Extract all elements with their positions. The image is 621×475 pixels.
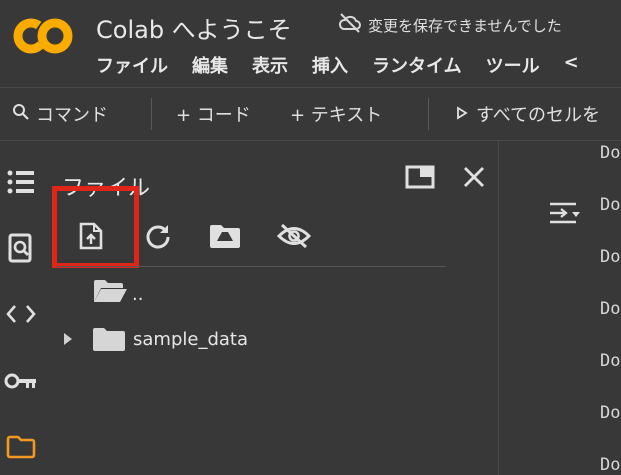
toolbar-divider [428, 98, 429, 130]
command-label: コマンド [36, 105, 108, 126]
output-line: Do [600, 455, 621, 475]
menu-edit[interactable]: 編集 [192, 52, 228, 78]
find-replace-icon[interactable] [4, 231, 38, 265]
key-icon[interactable] [4, 364, 38, 398]
mount-drive-icon[interactable] [205, 216, 245, 256]
notebook-area-border [498, 140, 499, 475]
menu-runtime[interactable]: ランタイム [372, 52, 462, 78]
menu-insert[interactable]: 挿入 [312, 52, 348, 78]
output-toggle-icon[interactable] [548, 200, 582, 230]
add-code-button[interactable]: + コード [176, 88, 251, 140]
save-status[interactable]: 変更を保存できませんでした [338, 12, 562, 38]
parent-folder-row[interactable] [92, 278, 128, 308]
save-status-text: 変更を保存できませんでした [368, 16, 562, 35]
output-line: Do [600, 195, 621, 215]
tree-item-label[interactable]: .. [132, 284, 143, 305]
close-icon[interactable] [454, 157, 494, 197]
run-all-button[interactable]: すべてのセルを [456, 88, 600, 140]
code-snippets-icon[interactable] [4, 297, 38, 331]
menu-view[interactable]: 表示 [252, 52, 288, 78]
search-icon [12, 103, 30, 126]
menu-tools[interactable]: ツール [486, 52, 540, 78]
menu-bar: ファイル 編集 表示 挿入 ランタイム ツール < [96, 52, 603, 78]
sample-data-folder-row[interactable] [92, 326, 126, 356]
folder-icon[interactable] [4, 430, 38, 464]
upload-highlight-box [52, 186, 139, 268]
notebook-title[interactable]: Colab へようこそ [96, 10, 292, 45]
folder-open-icon [92, 280, 128, 308]
output-line: Do [600, 247, 621, 267]
colab-logo[interactable] [12, 14, 74, 58]
output-line: Do [600, 351, 621, 371]
output-line: Do [600, 403, 621, 423]
output-line: Do [600, 299, 621, 319]
play-icon [456, 104, 468, 125]
tree-item-label[interactable]: sample_data [133, 329, 248, 350]
toc-icon[interactable] [4, 165, 38, 199]
run-all-label: すべてのセルを [476, 105, 601, 126]
add-text-button[interactable]: + テキスト [290, 88, 382, 140]
folder-icon [92, 328, 126, 356]
hide-icon[interactable] [274, 216, 314, 256]
toolbar-divider [151, 98, 152, 130]
open-in-tab-icon[interactable] [400, 157, 440, 197]
refresh-icon[interactable] [138, 216, 178, 256]
menu-more[interactable]: < [564, 52, 579, 78]
menu-file[interactable]: ファイル [96, 52, 168, 78]
cloud-off-icon [338, 12, 362, 38]
toolbar: コマンド + コード + テキスト すべてのセルを [0, 87, 621, 141]
output-line: Do [600, 143, 621, 163]
expand-arrow-icon[interactable] [62, 331, 74, 351]
panel-divider [56, 266, 446, 267]
command-button[interactable]: コマンド [12, 88, 108, 140]
